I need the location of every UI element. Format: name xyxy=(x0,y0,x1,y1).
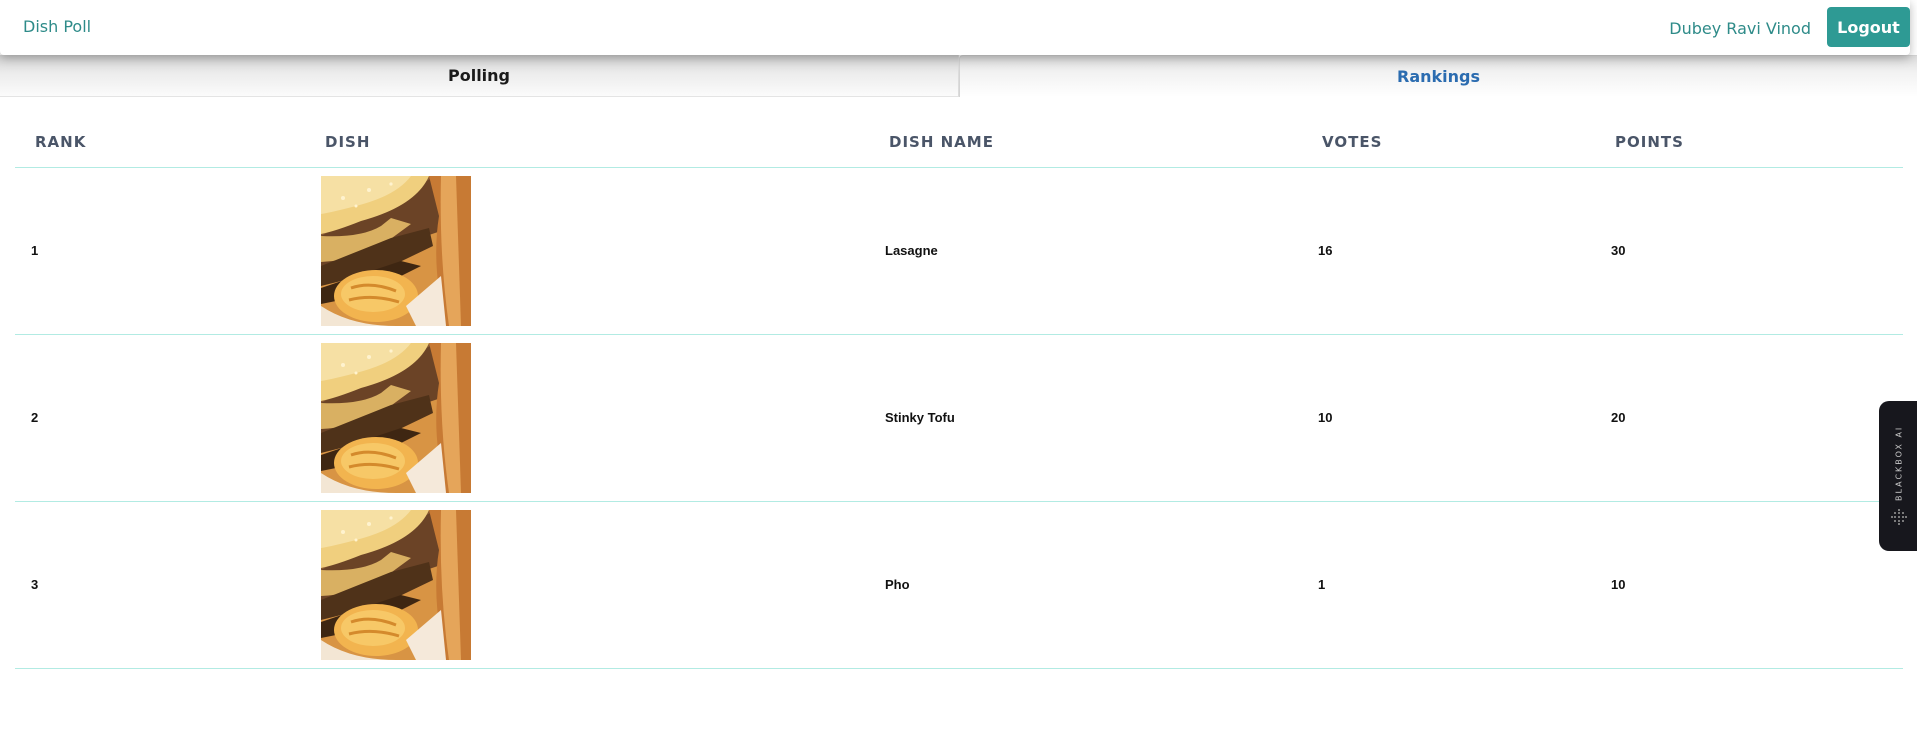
table-row: 2 Stinky Tofu 10 20 xyxy=(15,334,1903,502)
dish-name-cell: Stinky Tofu xyxy=(874,334,1305,502)
tab-rankings[interactable]: Rankings xyxy=(959,55,1917,97)
rank-cell: 2 xyxy=(15,334,306,502)
table-row: 1 Lasagne 16 30 xyxy=(15,167,1903,335)
blackbox-dots-icon xyxy=(1891,509,1907,525)
table-header-row: RANK DISH DISH NAME VOTES POINTS xyxy=(15,117,1903,168)
blackbox-ai-label: BLACKBOX AI xyxy=(1894,425,1904,501)
logout-button[interactable]: Logout xyxy=(1827,7,1910,47)
dish-image xyxy=(321,343,471,493)
dish-cell xyxy=(306,334,874,502)
tab-bar: Polling Rankings xyxy=(0,55,1917,97)
user-name: Dubey Ravi Vinod xyxy=(1669,19,1811,38)
dish-cell xyxy=(306,501,874,669)
points-cell: 30 xyxy=(1596,167,1903,335)
header-rank: RANK xyxy=(15,117,306,168)
header-votes: VOTES xyxy=(1305,117,1596,168)
votes-cell: 16 xyxy=(1305,167,1596,335)
dish-name-cell: Pho xyxy=(874,501,1305,669)
top-navbar: Dish Poll Dubey Ravi Vinod Logout xyxy=(0,0,1910,55)
votes-cell: 10 xyxy=(1305,334,1596,502)
header-points: POINTS xyxy=(1596,117,1903,168)
tab-polling[interactable]: Polling xyxy=(0,55,959,97)
blackbox-ai-widget[interactable]: BLACKBOX AI xyxy=(1879,401,1917,551)
rankings-table: RANK DISH DISH NAME VOTES POINTS 1 Lasag… xyxy=(15,117,1903,669)
dish-cell xyxy=(306,167,874,335)
rank-cell: 1 xyxy=(15,167,306,335)
dish-name-cell: Lasagne xyxy=(874,167,1305,335)
dish-image xyxy=(321,176,471,326)
votes-cell: 1 xyxy=(1305,501,1596,669)
header-dish: DISH xyxy=(306,117,874,168)
header-dish-name: DISH NAME xyxy=(874,117,1305,168)
table-row: 3 Pho 1 10 xyxy=(15,501,1903,669)
rank-cell: 3 xyxy=(15,501,306,669)
points-cell: 10 xyxy=(1596,501,1903,669)
points-cell: 20 xyxy=(1596,334,1903,502)
brand-link[interactable]: Dish Poll xyxy=(23,17,91,36)
dish-image xyxy=(321,510,471,660)
